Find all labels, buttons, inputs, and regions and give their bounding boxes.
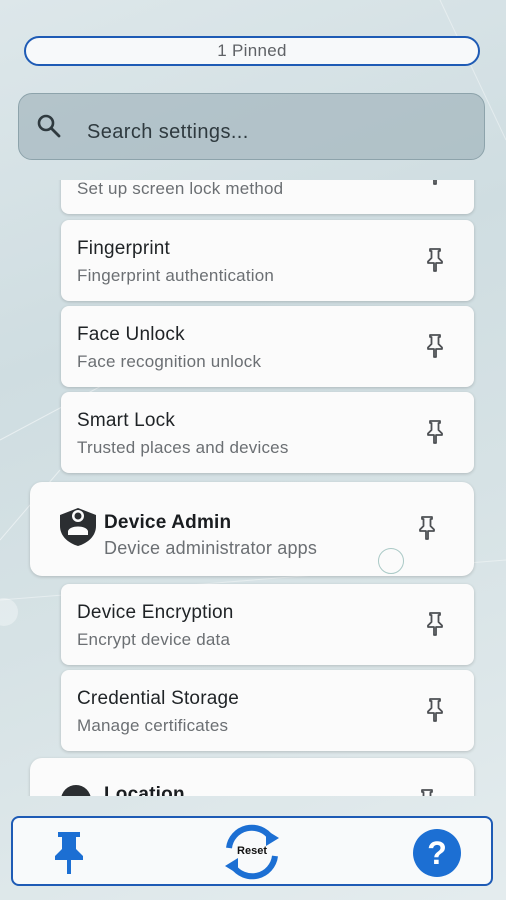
category-title: Device Admin: [104, 512, 232, 533]
item-description: Set up screen lock method: [77, 180, 284, 198]
pinned-count-label: 1 Pinned: [217, 41, 287, 60]
list-item-fingerprint[interactable]: Fingerprint Fingerprint authentication: [61, 220, 474, 301]
item-title: Credential Storage: [77, 688, 240, 709]
category-description: Device administrator apps: [104, 538, 318, 558]
pin-icon[interactable]: [424, 419, 446, 445]
help-icon[interactable]: ?: [412, 828, 462, 878]
item-title: Smart Lock: [77, 410, 176, 431]
location-icon: [61, 785, 91, 796]
pin-icon[interactable]: [416, 788, 438, 796]
settings-list[interactable]: Set up screen lock method Fingerprint Fi…: [0, 180, 506, 796]
pin-icon[interactable]: [424, 333, 446, 359]
list-item-face-unlock[interactable]: Face Unlock Face recognition unlock: [61, 306, 474, 387]
pin-icon[interactable]: [424, 611, 446, 637]
item-description: Encrypt device data: [77, 630, 231, 649]
bottom-nav-bar: Reset ?: [11, 816, 493, 886]
pin-icon[interactable]: [424, 180, 446, 186]
item-description: Manage certificates: [77, 716, 229, 735]
item-description: Trusted places and devices: [77, 438, 289, 457]
svg-text:?: ?: [427, 835, 447, 871]
item-title: Device Encryption: [77, 602, 234, 623]
item-description: Fingerprint authentication: [77, 266, 275, 285]
category-location[interactable]: Location: [30, 758, 474, 796]
item-title: Face Unlock: [77, 324, 185, 345]
category-title: Location: [104, 784, 185, 796]
pin-icon[interactable]: [416, 515, 438, 541]
pin-icon[interactable]: [424, 697, 446, 723]
list-item-smart-lock[interactable]: Smart Lock Trusted places and devices: [61, 392, 474, 473]
pinned-count-bar[interactable]: 1 Pinned: [24, 36, 480, 66]
search-input[interactable]: Search settings...: [87, 121, 249, 144]
pin-icon[interactable]: [51, 830, 87, 874]
list-item-device-encryption[interactable]: Device Encryption Encrypt device data: [61, 584, 474, 665]
touch-ripple: [378, 548, 404, 574]
list-item-screen-lock[interactable]: Set up screen lock method: [61, 180, 474, 214]
reset-button[interactable]: Reset: [219, 822, 285, 882]
shield-user-icon: [60, 508, 96, 546]
category-device-admin[interactable]: Device Admin Device administrator apps: [30, 482, 474, 576]
search-icon: [37, 114, 61, 138]
reset-label: Reset: [237, 845, 267, 857]
item-description: Face recognition unlock: [77, 352, 262, 371]
item-title: Fingerprint: [77, 238, 171, 259]
pin-icon[interactable]: [424, 247, 446, 273]
list-item-credential-storage[interactable]: Credential Storage Manage certificates: [61, 670, 474, 751]
